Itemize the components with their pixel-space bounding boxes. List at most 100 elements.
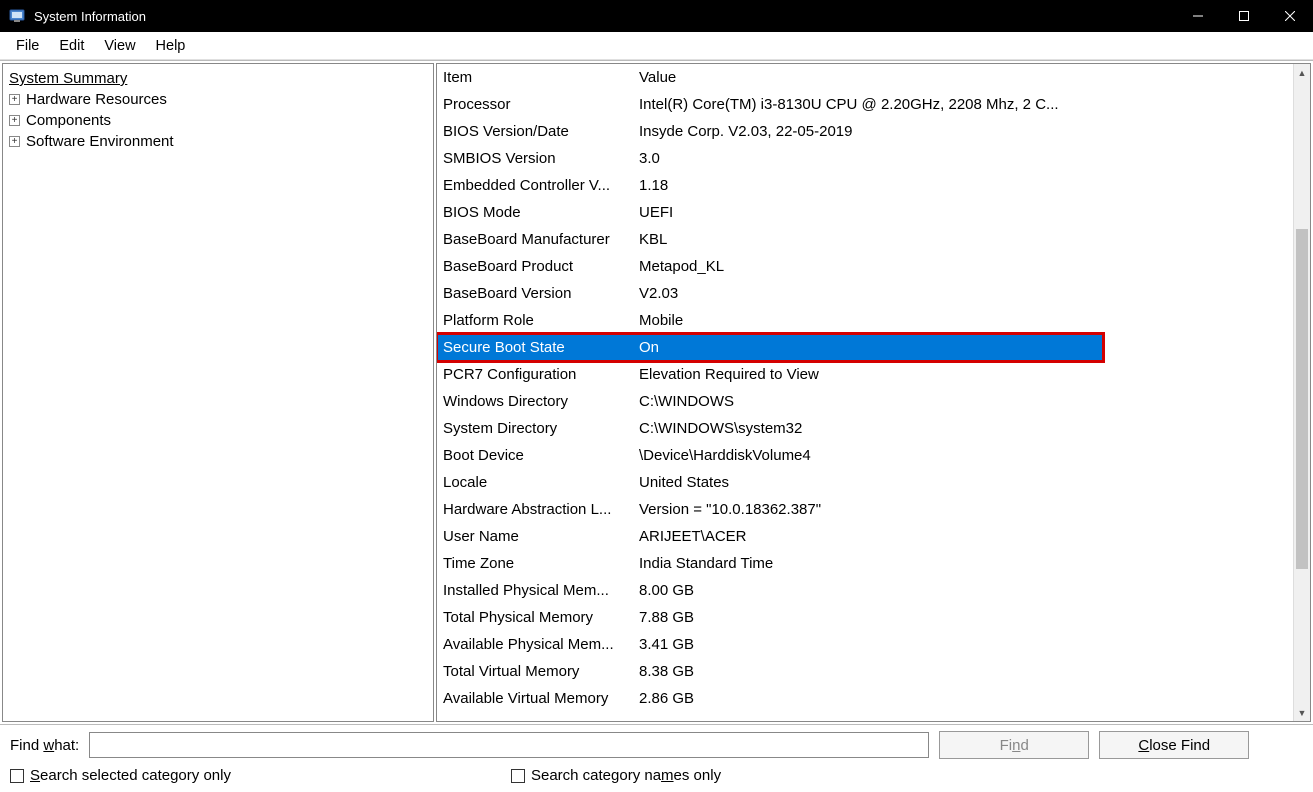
row-item: BIOS Mode: [437, 204, 637, 221]
scroll-thumb[interactable]: [1296, 229, 1308, 569]
row-value: UEFI: [637, 204, 1293, 221]
table-row[interactable]: Boot Device\Device\HarddiskVolume4: [437, 442, 1293, 469]
expand-icon[interactable]: +: [9, 94, 20, 105]
row-value: 3.0: [637, 150, 1293, 167]
find-button[interactable]: Find: [939, 731, 1089, 759]
table-row[interactable]: Total Physical Memory7.88 GB: [437, 604, 1293, 631]
menubar: File Edit View Help: [0, 32, 1313, 60]
table-row[interactable]: Available Physical Mem...3.41 GB: [437, 631, 1293, 658]
row-value: India Standard Time: [637, 555, 1293, 572]
tree-panel[interactable]: System Summary +Hardware Resources+Compo…: [2, 63, 434, 722]
table-row[interactable]: BIOS Version/DateInsyde Corp. V2.03, 22-…: [437, 118, 1293, 145]
scroll-track[interactable]: [1294, 81, 1310, 704]
expand-icon[interactable]: +: [9, 136, 20, 147]
expand-icon[interactable]: +: [9, 115, 20, 126]
table-row[interactable]: Windows DirectoryC:\WINDOWS: [437, 388, 1293, 415]
tree-node[interactable]: +Software Environment: [9, 131, 427, 152]
window-title: System Information: [34, 9, 1175, 24]
window-controls: [1175, 0, 1313, 32]
row-item: Available Physical Mem...: [437, 636, 637, 653]
table-row[interactable]: ProcessorIntel(R) Core(TM) i3-8130U CPU …: [437, 91, 1293, 118]
row-value: 8.38 GB: [637, 663, 1293, 680]
row-item: BaseBoard Version: [437, 285, 637, 302]
main-split: System Summary +Hardware Resources+Compo…: [0, 60, 1313, 724]
row-value: On: [637, 339, 1103, 356]
table-row[interactable]: BaseBoard VersionV2.03: [437, 280, 1293, 307]
row-item: User Name: [437, 528, 637, 545]
checkbox-icon[interactable]: [10, 769, 24, 783]
table-row[interactable]: BIOS ModeUEFI: [437, 199, 1293, 226]
row-value: 8.00 GB: [637, 582, 1293, 599]
table-row[interactable]: PCR7 ConfigurationElevation Required to …: [437, 361, 1293, 388]
row-value: Elevation Required to View: [637, 366, 1293, 383]
row-item: BaseBoard Manufacturer: [437, 231, 637, 248]
table-row[interactable]: Platform RoleMobile: [437, 307, 1293, 334]
checkbox-icon[interactable]: [511, 769, 525, 783]
row-value: 3.41 GB: [637, 636, 1293, 653]
row-item: Installed Physical Mem...: [437, 582, 637, 599]
tree-node[interactable]: +Hardware Resources: [9, 89, 427, 110]
tree-node-label: Components: [26, 112, 111, 129]
row-value: C:\WINDOWS\system32: [637, 420, 1293, 437]
row-item: SMBIOS Version: [437, 150, 637, 167]
row-item: Time Zone: [437, 555, 637, 572]
scroll-up-icon[interactable]: ▲: [1294, 64, 1310, 81]
vertical-scrollbar[interactable]: ▲ ▼: [1293, 64, 1310, 721]
table-row[interactable]: SMBIOS Version3.0: [437, 145, 1293, 172]
column-value[interactable]: Value: [637, 69, 1293, 86]
row-item: Processor: [437, 96, 637, 113]
app-icon: [8, 7, 26, 25]
row-value: 7.88 GB: [637, 609, 1293, 626]
row-item: Windows Directory: [437, 393, 637, 410]
table-row[interactable]: Available Virtual Memory2.86 GB: [437, 685, 1293, 712]
menu-help[interactable]: Help: [146, 35, 196, 57]
row-item: Locale: [437, 474, 637, 491]
row-item: Total Virtual Memory: [437, 663, 637, 680]
row-item: Platform Role: [437, 312, 637, 329]
row-item: Total Physical Memory: [437, 609, 637, 626]
row-value: V2.03: [637, 285, 1293, 302]
table-row[interactable]: Secure Boot StateOn: [437, 334, 1103, 361]
table-row[interactable]: Time ZoneIndia Standard Time: [437, 550, 1293, 577]
table-row[interactable]: User NameARIJEET\ACER: [437, 523, 1293, 550]
tree-root[interactable]: System Summary: [9, 68, 427, 89]
tree-node[interactable]: + Components: [9, 110, 427, 131]
close-button[interactable]: [1267, 0, 1313, 32]
table-row[interactable]: BaseBoard ProductMetapod_KL: [437, 253, 1293, 280]
row-value: ARIJEET\ACER: [637, 528, 1293, 545]
detail-table[interactable]: Item Value ProcessorIntel(R) Core(TM) i3…: [437, 64, 1293, 721]
minimize-button[interactable]: [1175, 0, 1221, 32]
row-item: Hardware Abstraction L...: [437, 501, 637, 518]
row-value: Version = "10.0.18362.387": [637, 501, 1293, 518]
maximize-button[interactable]: [1221, 0, 1267, 32]
table-row[interactable]: Hardware Abstraction L...Version = "10.0…: [437, 496, 1293, 523]
table-row[interactable]: Total Virtual Memory8.38 GB: [437, 658, 1293, 685]
menu-file[interactable]: File: [6, 35, 49, 57]
row-item: Available Virtual Memory: [437, 690, 637, 707]
row-item: Secure Boot State: [437, 339, 637, 356]
detail-panel: Item Value ProcessorIntel(R) Core(TM) i3…: [436, 63, 1311, 722]
table-row[interactable]: LocaleUnited States: [437, 469, 1293, 496]
menu-edit[interactable]: Edit: [49, 35, 94, 57]
detail-header[interactable]: Item Value: [437, 64, 1293, 91]
menu-view[interactable]: View: [94, 35, 145, 57]
search-category-names-checkbox[interactable]: Search category names only: [511, 767, 721, 784]
find-bar: Find what: Find Close Find Search select…: [0, 724, 1313, 792]
row-value: Mobile: [637, 312, 1293, 329]
search-selected-category-checkbox[interactable]: Search selected category only: [10, 767, 231, 784]
row-value: Intel(R) Core(TM) i3-8130U CPU @ 2.20GHz…: [637, 96, 1293, 113]
row-item: Embedded Controller V...: [437, 177, 637, 194]
scroll-down-icon[interactable]: ▼: [1294, 704, 1310, 721]
table-row[interactable]: Embedded Controller V...1.18: [437, 172, 1293, 199]
row-value: 2.86 GB: [637, 690, 1293, 707]
table-row[interactable]: BaseBoard ManufacturerKBL: [437, 226, 1293, 253]
find-what-input[interactable]: [89, 732, 929, 758]
table-row[interactable]: Installed Physical Mem...8.00 GB: [437, 577, 1293, 604]
table-row[interactable]: System DirectoryC:\WINDOWS\system32: [437, 415, 1293, 442]
row-value: \Device\HarddiskVolume4: [637, 447, 1293, 464]
row-item: BIOS Version/Date: [437, 123, 637, 140]
column-item[interactable]: Item: [437, 69, 637, 86]
row-value: Metapod_KL: [637, 258, 1293, 275]
row-value: C:\WINDOWS: [637, 393, 1293, 410]
close-find-button[interactable]: Close Find: [1099, 731, 1249, 759]
